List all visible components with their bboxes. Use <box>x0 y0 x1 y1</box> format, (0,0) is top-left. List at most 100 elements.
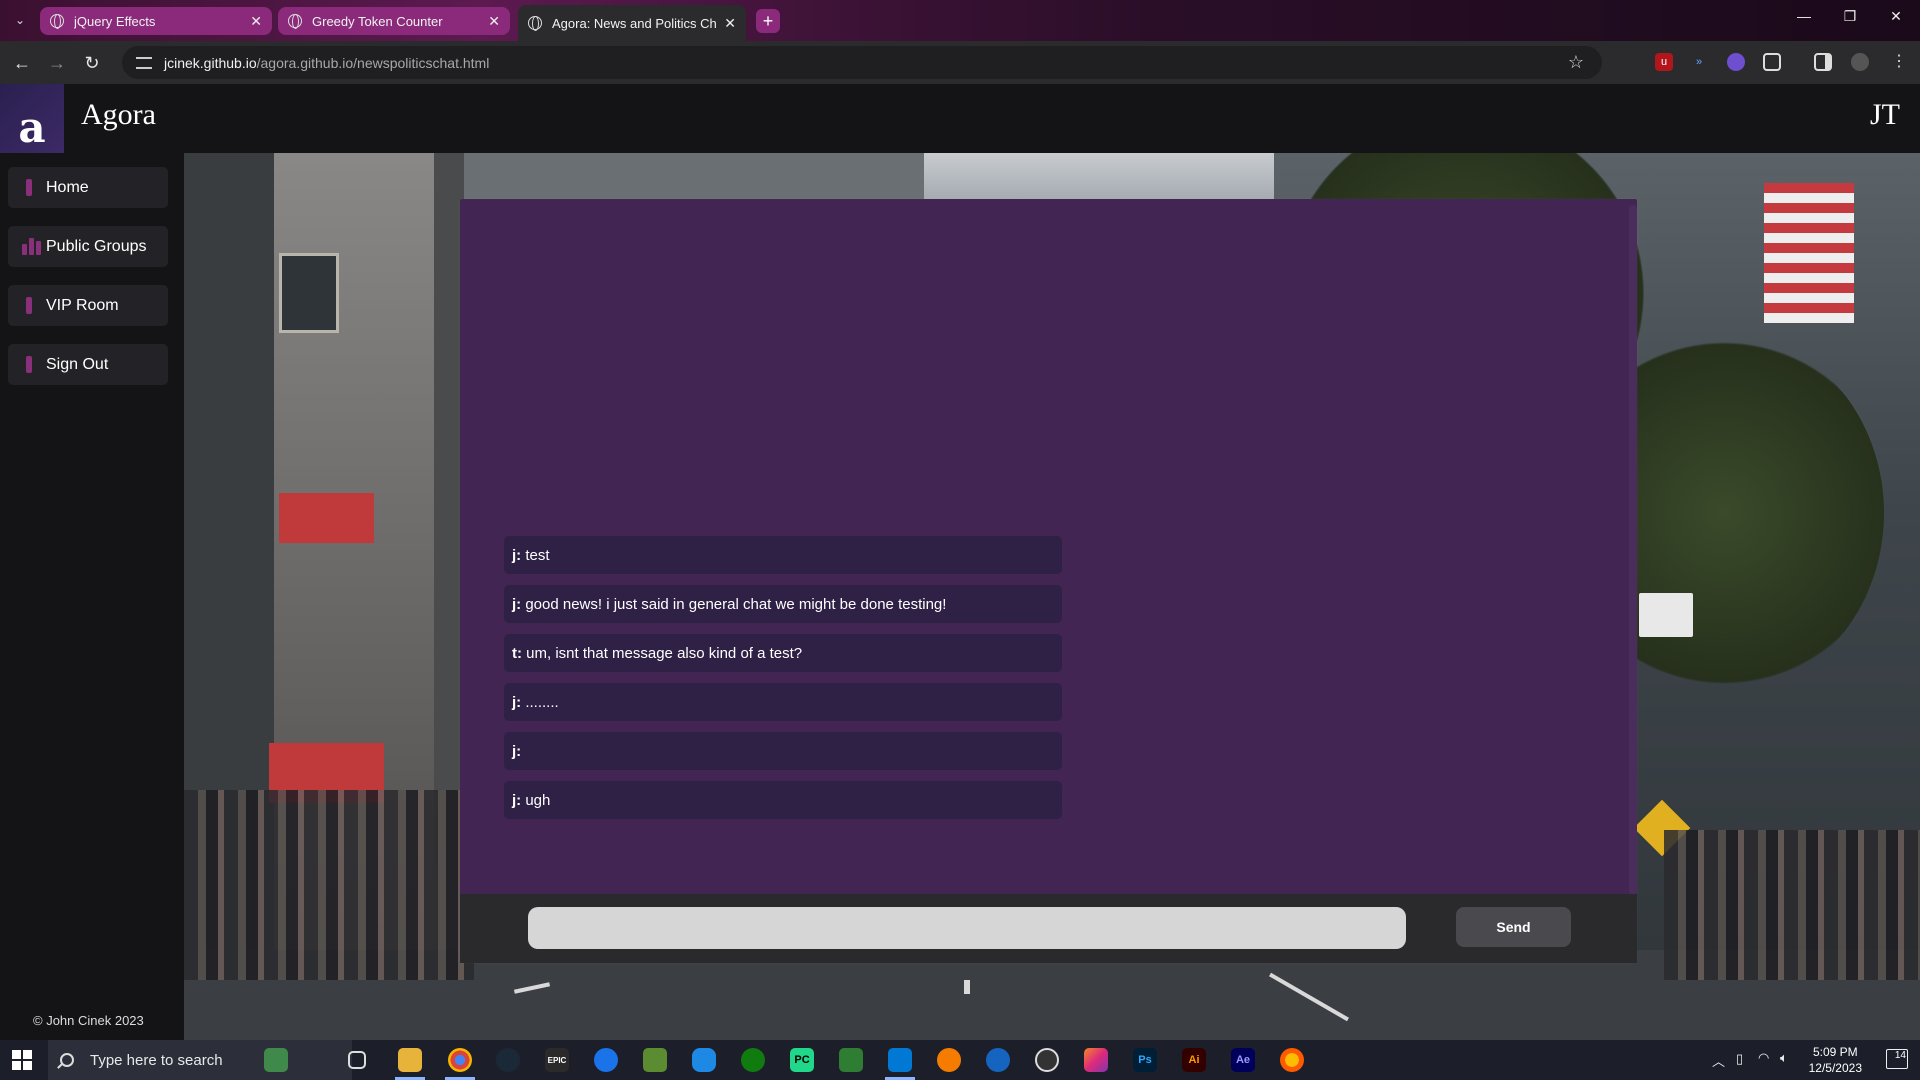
building <box>464 153 924 203</box>
volume-icon[interactable]: 🔈︎ <box>1780 1050 1788 1066</box>
tab-greedy-token-counter[interactable]: Greedy Token Counter ✕ <box>278 7 510 35</box>
sidebar-item-label: Home <box>46 178 89 196</box>
message-text: good news! i just said in general chat w… <box>521 595 947 613</box>
sidebar-item-public-groups[interactable]: Public Groups <box>8 226 168 267</box>
profile-avatar-icon[interactable] <box>1851 53 1869 71</box>
tab-search-dropdown-icon[interactable]: ⌄ <box>8 8 32 32</box>
tab-title: Greedy Token Counter <box>312 13 443 29</box>
epic-games-icon[interactable]: EPIC <box>545 1048 569 1072</box>
search-placeholder: Type here to search <box>90 1051 223 1069</box>
minimize-icon[interactable]: — <box>1784 8 1824 24</box>
window-close-icon[interactable]: ✕ <box>1876 8 1916 25</box>
reload-icon[interactable]: ↻ <box>80 51 104 75</box>
chat-input-bar: Send <box>460 894 1637 963</box>
taskbar-search-box[interactable]: Type here to search <box>48 1040 352 1080</box>
awning <box>279 493 374 543</box>
site-header: a Agora JT <box>0 84 1920 153</box>
message-input[interactable] <box>528 907 1406 949</box>
tab-title: jQuery Effects <box>74 13 156 29</box>
site-title: Agora <box>81 98 156 131</box>
app-icon[interactable] <box>1084 1048 1108 1072</box>
sidebar-item-label: Sign Out <box>46 355 109 373</box>
sidebar-item-label: VIP Room <box>46 296 119 314</box>
chat-message: j: <box>504 732 1062 770</box>
firefox-icon[interactable] <box>1280 1048 1304 1072</box>
menu-kebab-icon[interactable]: ⋮ <box>1890 53 1908 71</box>
app-icon[interactable] <box>986 1048 1010 1072</box>
lane-marking <box>1269 972 1349 1022</box>
message-text: ugh <box>521 791 551 809</box>
globe-icon <box>528 16 542 31</box>
app-icon[interactable] <box>839 1048 863 1072</box>
bookmark-star-icon[interactable]: ☆ <box>1568 52 1584 73</box>
device-icon[interactable]: ▯ <box>1736 1051 1743 1067</box>
after-effects-icon[interactable]: Ae <box>1231 1048 1255 1072</box>
shield-icon[interactable] <box>1727 53 1745 71</box>
app-icon[interactable] <box>1035 1048 1059 1072</box>
bar-icon <box>26 179 32 196</box>
tab-title: Agora: News and Politics Chat <box>552 15 717 31</box>
illustrator-icon[interactable]: Ai <box>1182 1048 1206 1072</box>
taskbar-clock[interactable]: 5:09 PM 12/5/2023 <box>1809 1044 1862 1076</box>
message-sender: j: <box>512 742 522 760</box>
wifi-icon[interactable]: ◠ <box>1758 1050 1769 1066</box>
agora-logo[interactable]: a <box>0 84 64 153</box>
restore-icon[interactable]: ❐ <box>1830 8 1870 25</box>
close-icon[interactable]: ✕ <box>724 15 736 32</box>
message-sender: j: <box>512 546 522 564</box>
sidebar: Home Public Groups VIP Room Sign Out © J… <box>0 153 184 1040</box>
tab-agora-chat[interactable]: Agora: News and Politics Chat ✕ <box>518 5 746 41</box>
side-panel-icon[interactable] <box>1814 53 1832 71</box>
chat-scrollbar[interactable] <box>1629 205 1637 895</box>
site-info-icon[interactable] <box>136 56 152 69</box>
lane-marking <box>513 982 551 994</box>
back-icon[interactable]: ← <box>10 51 34 75</box>
message-sender: j: <box>512 791 522 809</box>
file-explorer-icon[interactable] <box>398 1048 422 1072</box>
flag <box>1764 183 1854 323</box>
new-tab-button[interactable]: + <box>756 9 780 33</box>
user-initials[interactable]: JT <box>1870 98 1900 132</box>
app-icon[interactable] <box>594 1048 618 1072</box>
send-button[interactable]: Send <box>1456 907 1571 947</box>
message-list: j: test j: good news! i just said in gen… <box>504 536 1062 830</box>
tray-chevron-icon[interactable]: ︿ <box>1712 1051 1725 1070</box>
windows-start-icon[interactable] <box>12 1050 32 1070</box>
extensions-puzzle-icon[interactable] <box>1763 53 1781 71</box>
url-host: jcinek.github.io <box>164 54 257 71</box>
app-icon[interactable] <box>692 1048 716 1072</box>
widgets-icon[interactable] <box>264 1048 288 1072</box>
clock-time: 5:09 PM <box>1812 1045 1858 1059</box>
xbox-icon[interactable] <box>741 1048 765 1072</box>
search-icon <box>60 1053 74 1067</box>
close-icon[interactable]: ✕ <box>488 13 500 30</box>
agora-page: a Agora JT Home Public Groups VIP Room S… <box>0 84 1920 1040</box>
task-view-icon[interactable] <box>348 1051 366 1069</box>
logo-letter: a <box>18 103 46 152</box>
chrome-icon[interactable] <box>448 1048 472 1072</box>
steam-icon[interactable] <box>496 1048 520 1072</box>
forward-icon[interactable]: → <box>45 51 69 75</box>
pycharm-icon[interactable]: PC <box>790 1048 814 1072</box>
tab-jquery-effects[interactable]: jQuery Effects ✕ <box>40 7 272 35</box>
message-text: test <box>521 546 550 564</box>
clock-date: 12/5/2023 <box>1808 1061 1862 1075</box>
globe-icon <box>288 14 302 29</box>
browser-toolbar: ← → ↻ jcinek.github.io/agora.github.io/n… <box>0 41 1920 84</box>
close-icon[interactable]: ✕ <box>250 13 262 30</box>
ublock-icon[interactable]: u <box>1655 53 1673 71</box>
app-icon[interactable] <box>937 1048 961 1072</box>
sidebar-item-label: Public Groups <box>46 237 147 255</box>
sidebar-item-vip-room[interactable]: VIP Room <box>8 285 168 326</box>
lane-marking <box>964 980 970 994</box>
window <box>279 253 339 333</box>
address-bar[interactable]: jcinek.github.io/agora.github.io/newspol… <box>122 46 1602 79</box>
minecraft-icon[interactable] <box>643 1048 667 1072</box>
message-text: um, isnt that message also kind of a tes… <box>522 644 803 662</box>
sidebar-item-home[interactable]: Home <box>8 167 168 208</box>
vscode-icon[interactable] <box>888 1048 912 1072</box>
extension-icon[interactable]: » <box>1690 53 1708 71</box>
photoshop-icon[interactable]: Ps <box>1133 1048 1157 1072</box>
sidebar-item-sign-out[interactable]: Sign Out <box>8 344 168 385</box>
notification-center-icon[interactable]: 14 <box>1886 1049 1908 1069</box>
